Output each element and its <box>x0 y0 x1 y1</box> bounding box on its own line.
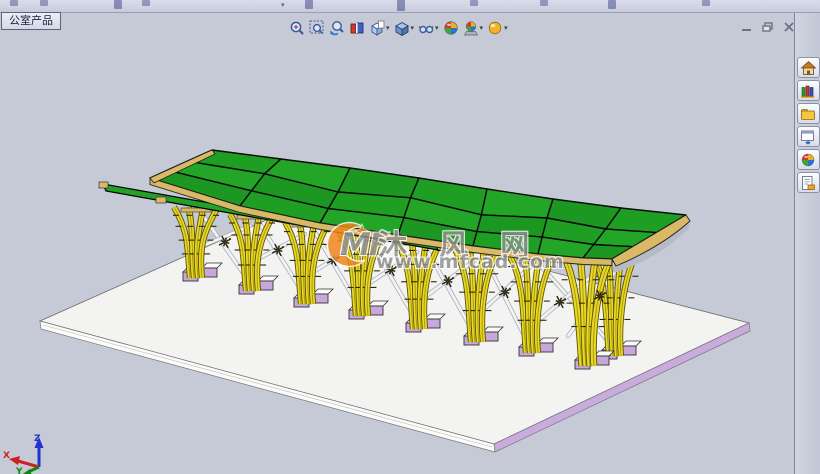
toolbar-fragment-icon <box>470 0 478 6</box>
view-settings-icon <box>488 21 502 35</box>
restore-button[interactable] <box>761 21 775 33</box>
toolbar-fragment-icon <box>397 0 405 11</box>
apply-scene-button[interactable]: ▾ <box>462 19 485 37</box>
appearances-scenes-icon <box>801 153 815 166</box>
edit-appearance-button[interactable] <box>442 19 460 37</box>
view-orientation-button[interactable]: ▾ <box>368 19 391 37</box>
chevron-down-icon: ▾ <box>281 1 285 9</box>
display-style-icon <box>394 21 409 36</box>
display-style-button[interactable]: ▾ <box>393 19 416 37</box>
zoom-to-fit-button[interactable] <box>288 19 306 37</box>
design-library-icon <box>801 85 815 98</box>
design-library-button[interactable] <box>796 80 820 101</box>
document-tab-label: 公室产品 <box>9 14 53 27</box>
chevron-down-icon[interactable]: ▾ <box>411 24 415 32</box>
toolbar-fragment-icon <box>305 0 313 9</box>
toolbar-fragment-icon <box>40 0 48 6</box>
toolbar-fragment-icon <box>142 0 150 6</box>
chevron-down-icon[interactable]: ▾ <box>504 24 508 32</box>
solidworks-window: ▾ 公室产品 ZXY MF 沐 风 网 www.mfcad.com ▾ ▾ ▾ … <box>0 0 820 474</box>
task-pane-buttons <box>795 55 820 195</box>
section-view-icon <box>350 22 364 34</box>
document-tab[interactable]: 公室产品 <box>1 12 61 30</box>
chevron-down-icon[interactable]: ▾ <box>386 24 390 32</box>
view-palette-icon <box>801 130 814 145</box>
solidworks-resources-icon <box>800 60 816 75</box>
toolbar-fragment-icon <box>10 0 18 6</box>
toolbar-fragment-icon <box>114 0 122 9</box>
minimize-button[interactable] <box>740 21 754 33</box>
window-controls <box>740 21 796 33</box>
task-pane <box>794 12 820 474</box>
toolbar-fragment-icon <box>540 0 548 6</box>
previous-view-button[interactable] <box>328 19 346 37</box>
toolbar-fragment-icon <box>608 0 616 9</box>
custom-properties-icon <box>802 175 815 190</box>
hide-show-items-button[interactable]: ▾ <box>417 19 440 37</box>
previous-view-icon <box>330 21 344 36</box>
headsup-toolbar: ▾ ▾ ▾ ▾ ▾ <box>288 19 509 37</box>
edit-appearance-icon <box>443 21 458 35</box>
apply-scene-icon <box>463 21 478 36</box>
triad-x-label: X <box>3 451 10 461</box>
chevron-down-icon[interactable]: ▾ <box>480 24 484 32</box>
zoom-to-area-icon <box>309 20 324 35</box>
triad-z-label: Z <box>34 434 41 444</box>
appearances-scenes-button[interactable] <box>796 149 820 170</box>
custom-properties-button[interactable] <box>796 172 820 193</box>
reference-triad: Z XY <box>3 434 44 474</box>
close-button[interactable] <box>782 21 796 33</box>
file-explorer-icon <box>801 108 815 120</box>
view-settings-button[interactable]: ▾ <box>486 19 509 37</box>
zoom-to-area-button[interactable] <box>308 19 326 37</box>
section-view-button[interactable] <box>348 19 366 37</box>
toolbar-fragment-icon <box>702 0 710 6</box>
viewport-3d[interactable]: ZXY MF 沐 风 网 www.mfcad.com ▾ ▾ ▾ ▾ ▾ <box>0 12 794 474</box>
triad-y-label: Y <box>15 467 23 474</box>
view-orientation-icon <box>371 20 385 36</box>
commandmanager-strip: ▾ <box>0 0 820 13</box>
zoom-to-fit-icon <box>290 21 304 35</box>
solidworks-resources-button[interactable] <box>796 57 820 78</box>
chevron-down-icon[interactable]: ▾ <box>435 24 439 32</box>
canopy-model: Z XY <box>3 149 751 474</box>
file-explorer-button[interactable] <box>796 103 820 124</box>
view-palette-button[interactable] <box>796 126 820 147</box>
hide-show-items-icon <box>418 25 434 34</box>
